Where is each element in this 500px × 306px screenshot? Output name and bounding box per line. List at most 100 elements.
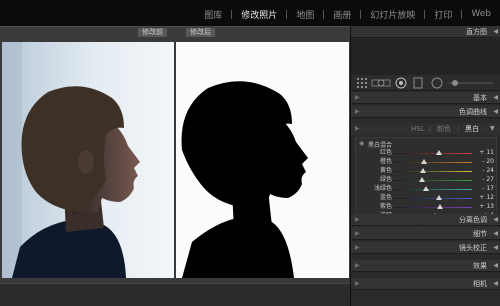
- tool-strip: [351, 75, 500, 91]
- collapse-triangle-icon: ◀: [493, 280, 498, 287]
- histogram: [351, 39, 500, 75]
- split-toning-panel-header[interactable]: ▶ 分离色调 ◀: [351, 214, 500, 226]
- brush-slider-icon[interactable]: [449, 79, 493, 87]
- red-eye-icon[interactable]: [413, 77, 423, 89]
- bw-slider-thumb[interactable]: [437, 204, 444, 209]
- module-bar: 图库 修改照片 地图 画册 幻灯片放映 打印 Web: [0, 0, 500, 26]
- before-photo[interactable]: [2, 42, 174, 278]
- before-label: 修改前: [138, 28, 167, 37]
- bw-slider-label: 红色: [379, 149, 392, 156]
- effects-panel-header[interactable]: ▶ 效果 ◀: [351, 260, 500, 272]
- panel-toggle-icon[interactable]: ▶: [355, 123, 360, 135]
- bw-slider-row: 绿色 - 27: [356, 176, 496, 184]
- split-toning-title: 分离色调: [459, 216, 487, 224]
- tone-curve-title: 色调曲线: [459, 108, 487, 116]
- bw-slider-track[interactable]: [394, 180, 472, 181]
- bw-slider-label: 紫色: [379, 203, 392, 210]
- module-map[interactable]: 地图: [287, 8, 323, 21]
- module-web[interactable]: Web: [462, 9, 500, 19]
- tab-divider: /: [429, 125, 432, 133]
- panel-toggle-icon[interactable]: ▶: [355, 242, 360, 254]
- bw-slider-label: 黄色: [379, 167, 392, 174]
- lens-title: 镜头校正: [459, 244, 487, 252]
- tab-hsl[interactable]: HSL: [411, 123, 425, 135]
- hsl-color-bw-tabs: ▶ HSL / 颜色 / 黑白 ▼: [351, 123, 500, 135]
- bw-slider-value[interactable]: - 20: [476, 158, 494, 166]
- panel-toggle-icon[interactable]: ▶: [355, 106, 360, 118]
- lens-correction-panel-header[interactable]: ▶ 镜头校正 ◀: [351, 242, 500, 254]
- bw-slider-thumb[interactable]: [436, 150, 443, 155]
- bw-slider-row: 红色 + 11: [356, 149, 496, 157]
- bw-slider-row: 黄色 - 24: [356, 167, 496, 175]
- bw-slider-label: 橙色: [379, 158, 392, 165]
- histogram-title: 直方图: [466, 28, 487, 36]
- detail-title: 细节: [473, 230, 487, 238]
- bw-slider-label: 浅绿色: [373, 185, 392, 192]
- spot-removal-icon[interactable]: [395, 77, 407, 89]
- bw-slider-value[interactable]: - 17: [476, 185, 494, 193]
- module-book[interactable]: 画册: [324, 8, 360, 21]
- bw-slider-label: 绿色: [379, 176, 392, 183]
- after-label: 修改后: [186, 28, 215, 37]
- camera-calibration-panel-header[interactable]: ▶ 相机 ◀: [351, 278, 500, 290]
- bw-slider-value[interactable]: + 12: [476, 194, 494, 202]
- module-picker: 图库 修改照片 地图 画册 幻灯片放映 打印 Web: [195, 7, 500, 21]
- compare-view-header: 修改前 修改后: [0, 26, 350, 38]
- before-photo-image: [2, 42, 174, 278]
- collapse-triangle-icon: ◀: [493, 216, 498, 223]
- after-photo-image: [176, 42, 349, 278]
- grid-icon[interactable]: [357, 78, 367, 88]
- module-library[interactable]: 图库: [195, 8, 231, 21]
- after-photo[interactable]: [176, 42, 349, 278]
- module-slideshow[interactable]: 幻灯片放映: [361, 8, 424, 21]
- panel-toggle-icon[interactable]: ▶: [355, 228, 360, 240]
- effects-title: 效果: [473, 262, 487, 270]
- right-panel: 直方图 ◀ ▶ 基本 ◀ ▶ 色调曲线 ◀ ▶ HSL / 颜色 / 黑白 ▼ …: [350, 26, 500, 306]
- collapse-triangle-icon: ◀: [493, 230, 498, 237]
- bw-slider-track[interactable]: [394, 189, 472, 190]
- collapse-triangle-icon: ◀: [493, 94, 498, 101]
- module-develop[interactable]: 修改照片: [232, 8, 286, 21]
- tab-color[interactable]: 颜色: [437, 123, 451, 135]
- panel-toggle-icon[interactable]: ▶: [355, 214, 360, 226]
- bw-slider-track[interactable]: [394, 207, 472, 208]
- basic-panel-header[interactable]: ▶ 基本 ◀: [351, 92, 500, 104]
- bw-slider-row: 紫色 + 13: [356, 203, 496, 211]
- bw-slider-value[interactable]: - 24: [476, 167, 494, 175]
- panel-toggle-icon[interactable]: ▶: [355, 92, 360, 104]
- bw-slider-track[interactable]: [394, 198, 472, 199]
- detail-panel-header[interactable]: ▶ 细节 ◀: [351, 228, 500, 240]
- bw-slider-thumb[interactable]: [419, 168, 426, 173]
- radial-filter-icon[interactable]: [431, 77, 443, 89]
- histogram-panel-header[interactable]: 直方图 ◀: [351, 26, 500, 38]
- collapse-triangle-icon: ◀: [493, 262, 498, 269]
- bw-slider-thumb[interactable]: [436, 195, 443, 200]
- bw-slider-track[interactable]: [394, 153, 472, 154]
- bw-slider-row: 蓝色 + 12: [356, 194, 496, 202]
- camera-title: 相机: [473, 280, 487, 288]
- tab-bw[interactable]: 黑白: [465, 123, 479, 135]
- bw-mix-title: 黑白混合: [368, 142, 393, 149]
- collapse-triangle-icon: ◀: [493, 108, 498, 115]
- target-adjust-icon[interactable]: ◉: [359, 140, 364, 147]
- bw-slider-value[interactable]: + 11: [476, 149, 494, 157]
- bw-slider-thumb[interactable]: [421, 159, 428, 164]
- crop-icon[interactable]: [371, 78, 391, 88]
- bw-slider-value[interactable]: - 27: [476, 176, 494, 184]
- bw-slider-track[interactable]: [394, 171, 472, 172]
- bw-slider-row: 橙色 - 20: [356, 158, 496, 166]
- module-print[interactable]: 打印: [425, 8, 461, 21]
- collapse-triangle-icon: ▼: [490, 125, 495, 132]
- collapse-triangle-icon: ◀: [493, 28, 498, 35]
- collapse-triangle-icon: ◀: [493, 244, 498, 251]
- bw-slider-row: 浅绿色 - 17: [356, 185, 496, 193]
- basic-title: 基本: [473, 94, 487, 102]
- bw-slider-track[interactable]: [394, 162, 472, 163]
- tone-curve-panel-header[interactable]: ▶ 色调曲线 ◀: [351, 106, 500, 118]
- panel-toggle-icon[interactable]: ▶: [355, 260, 360, 272]
- bw-slider-thumb[interactable]: [422, 186, 429, 191]
- panel-toggle-icon[interactable]: ▶: [355, 278, 360, 290]
- bw-slider-value[interactable]: + 13: [476, 203, 494, 211]
- bw-slider-thumb[interactable]: [419, 177, 426, 182]
- bw-slider-label: 蓝色: [379, 194, 392, 201]
